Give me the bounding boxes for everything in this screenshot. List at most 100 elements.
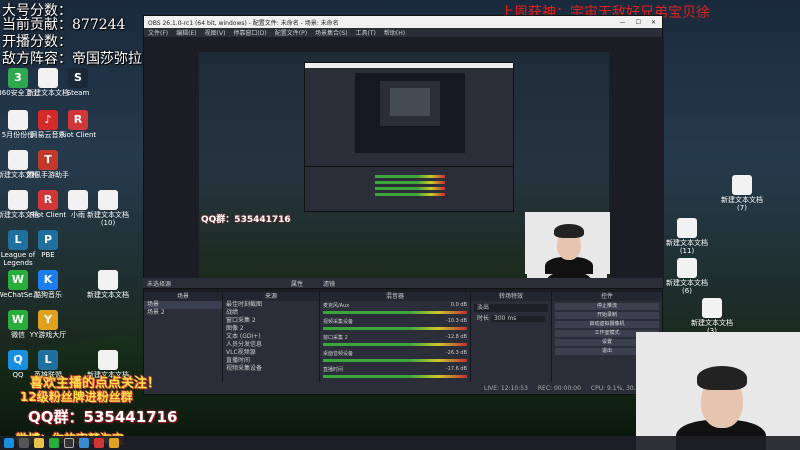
desktop-icon[interactable]: 新建文本文档 (10) bbox=[86, 190, 130, 227]
desktop-icon-label: Steam bbox=[66, 89, 90, 97]
app-icon: Y bbox=[38, 310, 58, 330]
sources-title: 来源 bbox=[223, 292, 319, 301]
volume-meter[interactable] bbox=[323, 375, 467, 378]
volume-meter[interactable] bbox=[323, 343, 467, 346]
desktop-icon[interactable]: Y YY游戏大厅 bbox=[26, 310, 70, 340]
menu-scene-collection[interactable]: 场景集合(S) bbox=[315, 28, 348, 37]
app-icon: 3 bbox=[8, 68, 28, 88]
app-icon: S bbox=[68, 68, 88, 88]
obs-window: OBS 26.1.0-rc1 (64 bit, windows) - 配置文件:… bbox=[143, 15, 664, 395]
desktop-icon-label: 新建文本文档 (6) bbox=[666, 279, 708, 295]
filters-button[interactable]: 滤镜 bbox=[323, 279, 335, 288]
taskbar bbox=[0, 436, 800, 450]
mixer-dock: 混音器 麦克风/Aux 0.0 dB 视频采集设备 -10.3 dB 窗口采集 2 -12… bbox=[320, 292, 470, 384]
app-icon: ♪ bbox=[38, 110, 58, 130]
obs-taskbar-icon[interactable] bbox=[64, 438, 74, 448]
desktop-icon[interactable]: P PBE bbox=[26, 230, 70, 260]
windows-start-icon[interactable] bbox=[4, 438, 14, 448]
desktop-icon-label: 新建文本文档 (10) bbox=[87, 211, 129, 227]
source-item[interactable]: 图像 2 bbox=[223, 325, 319, 333]
search-icon[interactable] bbox=[19, 438, 29, 448]
obs-title: OBS 26.1.0-rc1 (64 bit, windows) - 配置文件:… bbox=[148, 19, 339, 27]
scene-item[interactable]: 场景 bbox=[144, 301, 222, 309]
rec-status: REC: 00:00:00 bbox=[537, 384, 581, 392]
mixer-channel: 直播时间 -17.6 dB bbox=[320, 365, 470, 381]
text-document-icon bbox=[8, 150, 28, 170]
mixer-channel-db: -12.8 dB bbox=[445, 334, 467, 340]
minimize-icon[interactable]: — bbox=[620, 19, 626, 26]
mixer-channel: 桌面音频设备 -26.3 dB bbox=[320, 349, 470, 365]
menu-edit[interactable]: 编辑(E) bbox=[176, 28, 196, 37]
mixer-channel-name: 麦克风/Aux bbox=[323, 303, 350, 309]
app-icon: K bbox=[38, 270, 58, 290]
app-taskbar-icon[interactable] bbox=[109, 438, 119, 448]
menu-docks[interactable]: 停靠窗口(D) bbox=[233, 28, 266, 37]
menu-file[interactable]: 文件(F) bbox=[148, 28, 168, 37]
source-item[interactable]: VLC视频源 bbox=[223, 349, 319, 357]
source-item[interactable]: 人员分发信息 bbox=[223, 341, 319, 349]
mixer-channel-db: -17.6 dB bbox=[445, 366, 467, 372]
desktop-icon-label: 新建文本文档 bbox=[87, 291, 129, 299]
menu-profile[interactable]: 配置文件(P) bbox=[275, 28, 307, 37]
source-item[interactable]: 最佳时刻截图 bbox=[223, 301, 319, 309]
source-item[interactable]: 视频采集设备 bbox=[223, 365, 319, 373]
volume-meter[interactable] bbox=[323, 311, 467, 314]
mixer-channel-name: 视频采集设备 bbox=[323, 319, 354, 325]
duration-label: 时长 bbox=[477, 315, 490, 322]
volume-meter[interactable] bbox=[323, 327, 467, 330]
close-icon[interactable]: ✕ bbox=[651, 19, 656, 26]
text-document-icon bbox=[702, 298, 722, 318]
desktop-icon[interactable]: S Steam bbox=[56, 68, 100, 98]
qq-group-text: QQ群：535441716 bbox=[28, 408, 178, 426]
wechat-taskbar-icon[interactable] bbox=[49, 438, 59, 448]
text-document-icon bbox=[8, 110, 28, 130]
scenes-title: 场景 bbox=[144, 292, 222, 301]
control-button[interactable]: 停止推流 bbox=[555, 303, 659, 310]
app-icon: W bbox=[8, 310, 28, 330]
source-item[interactable]: 文本 (GDI+) bbox=[223, 333, 319, 341]
desktop-icon[interactable]: 新建文本文档 (11) bbox=[665, 218, 709, 255]
mixer-channel-db: -26.3 dB bbox=[445, 350, 467, 356]
desktop-icon-label: 腾讯手游助手 bbox=[27, 171, 69, 179]
desktop-icon[interactable]: R Riot Client bbox=[56, 110, 100, 140]
obs-menubar: 文件(F) 编辑(E) 视图(V) 停靠窗口(D) 配置文件(P) 场景集合(S… bbox=[144, 28, 662, 37]
app-icon: R bbox=[68, 110, 88, 130]
desktop-icon[interactable]: 新建文本文档 bbox=[86, 270, 130, 300]
sources-dock: 来源 最佳时刻截图 战绩 窗口采集 2 图像 2 文本 (GDI+) 人员分发信息 VLC视… bbox=[223, 292, 319, 384]
app-icon: Q bbox=[8, 350, 28, 370]
source-item[interactable]: 窗口采集 2 bbox=[223, 317, 319, 325]
desktop-icon-label: PBE bbox=[41, 251, 55, 259]
scene-item[interactable]: 场景 2 bbox=[144, 309, 222, 317]
text-document-icon bbox=[98, 270, 118, 290]
desktop-icon[interactable]: K 酷狗音乐 bbox=[26, 270, 70, 300]
mixer-channel: 窗口采集 2 -12.8 dB bbox=[320, 333, 470, 349]
desktop-icon[interactable]: T 腾讯手游助手 bbox=[26, 150, 70, 180]
transition-select[interactable]: 淡出 bbox=[474, 304, 548, 312]
desktop-icon-label: 新建文本文档 (7) bbox=[721, 196, 763, 212]
no-source-label: 未选择源 bbox=[147, 280, 172, 288]
file-explorer-icon[interactable] bbox=[34, 438, 44, 448]
duration-input[interactable]: 300 ms bbox=[492, 316, 545, 322]
source-item[interactable]: 直播时间 bbox=[223, 357, 319, 365]
menu-view[interactable]: 视图(V) bbox=[205, 28, 226, 37]
menu-help[interactable]: 帮助(H) bbox=[384, 28, 405, 37]
desktop-icon-label: 酷狗音乐 bbox=[34, 291, 62, 299]
control-button[interactable]: 启动虚拟摄像机 bbox=[555, 321, 659, 328]
desktop-icon[interactable]: 新建文本文档 (7) bbox=[720, 175, 764, 212]
maximize-icon[interactable]: ☐ bbox=[636, 19, 641, 26]
app-icon: L bbox=[38, 350, 58, 370]
mixer-channel: 视频采集设备 -10.3 dB bbox=[320, 317, 470, 333]
menu-tools[interactable]: 工具(T) bbox=[356, 28, 376, 37]
controls-title: 控件 bbox=[552, 292, 662, 301]
properties-button[interactable]: 属性 bbox=[291, 279, 303, 288]
control-button[interactable]: 开始录制 bbox=[555, 312, 659, 319]
text-document-icon bbox=[98, 350, 118, 370]
desktop-icon[interactable]: 新建文本文档 (3) bbox=[690, 298, 734, 335]
browser-taskbar-icon[interactable] bbox=[79, 438, 89, 448]
riot-taskbar-icon[interactable] bbox=[94, 438, 104, 448]
webcam-overlay-small bbox=[525, 212, 610, 274]
desktop-icon-label: YY游戏大厅 bbox=[29, 331, 67, 339]
desktop-icon[interactable]: 新建文本文档 (6) bbox=[665, 258, 709, 295]
volume-meter[interactable] bbox=[323, 359, 467, 362]
source-item[interactable]: 战绩 bbox=[223, 309, 319, 317]
